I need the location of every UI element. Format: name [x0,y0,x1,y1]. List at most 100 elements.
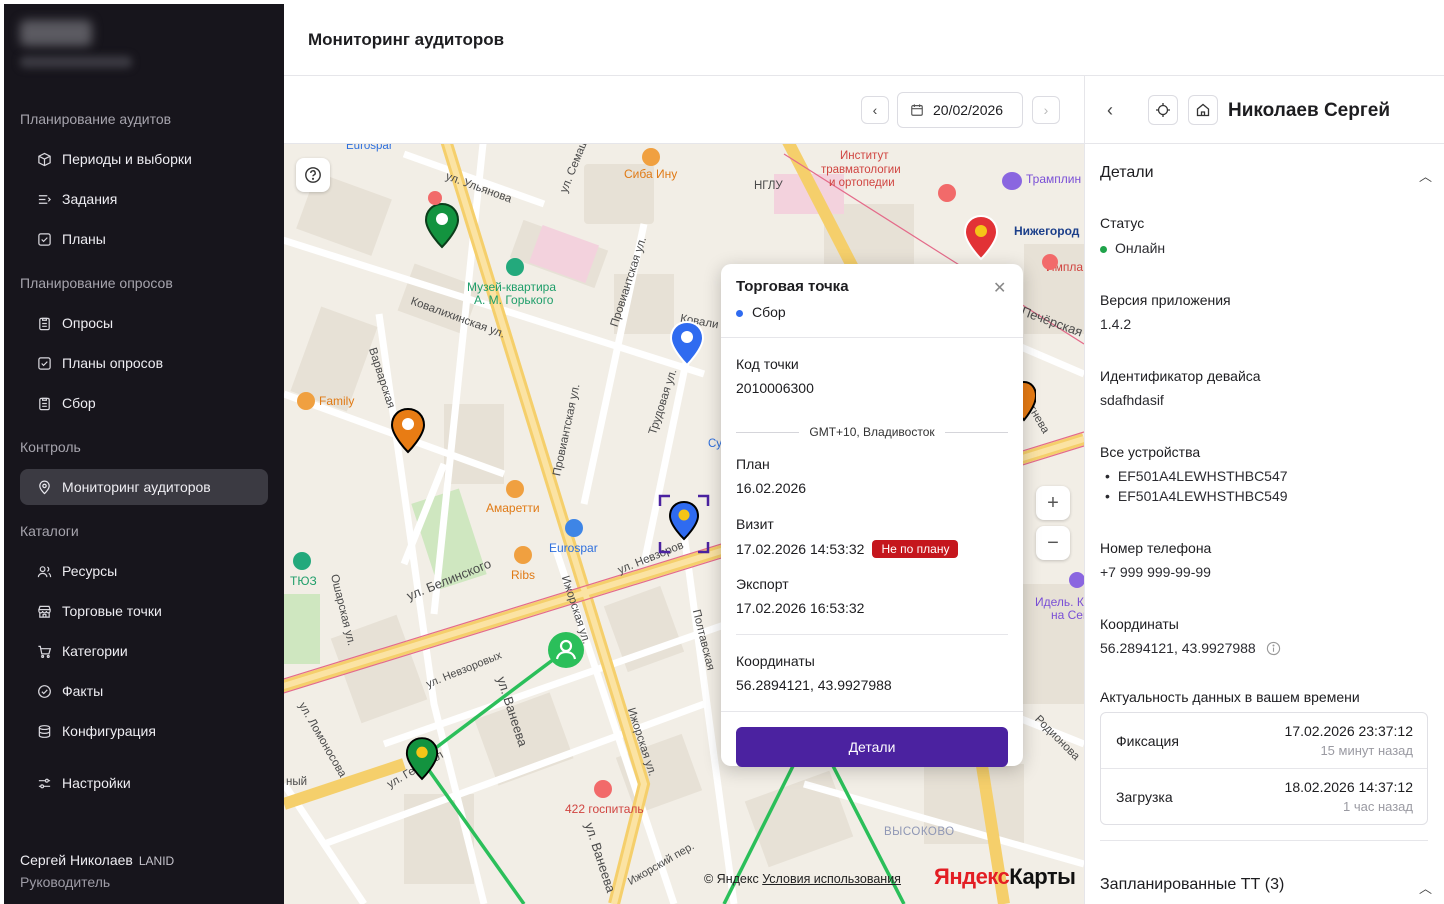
divider [736,634,1008,635]
map-poi: Нижегород [1014,224,1080,238]
hospital-icon [938,184,956,202]
popup-title: Торговая точка [736,278,849,295]
export-value: 17.02.2026 16:53:32 [736,600,865,616]
map-marker-green[interactable] [423,202,461,250]
export-label: Экспорт [736,576,789,592]
sidebar-item-configuration[interactable]: Конфигурация [20,713,268,749]
sidebar-item-facts[interactable]: Факты [20,673,268,709]
calendar-icon [910,103,924,117]
section-control: Контроль [20,439,81,455]
chevron-left-icon: ‹ [872,102,878,118]
chevron-up-icon[interactable]: ︿ [1419,878,1432,897]
close-icon[interactable]: ✕ [993,278,1006,298]
checkbox-icon [36,355,52,371]
planned-stores-title[interactable]: Запланированные ТТ (3) [1100,876,1284,894]
zoom-in-button[interactable]: + [1036,486,1070,520]
dentist-icon [1042,254,1058,270]
device-id-label: Идентификатор девайса [1100,368,1261,384]
details-section-title[interactable]: Детали [1100,164,1154,182]
prev-date-button[interactable]: ‹ [861,96,889,124]
chevron-up-icon[interactable]: ︿ [1419,166,1432,185]
sidebar-item-label: Категории [62,643,128,659]
sidebar-item-label: Сбор [62,395,96,411]
map-poi: Музей-квартира [467,280,556,294]
map-marker-selected[interactable] [658,494,710,554]
checkbox-icon [36,231,52,247]
map[interactable]: Eurospar ул. Ульянова ул. Семаш НГЛУ Сиб… [284,144,1084,904]
map-marker-blue[interactable] [668,320,706,368]
popup-status-text: Сбор [752,304,786,320]
sidebar-item-plans[interactable]: Планы [20,221,268,257]
back-button[interactable]: ‹ [1107,100,1113,121]
map-label: ный [286,776,308,788]
actuality-card: Фиксация 17.02.2026 23:37:12 15 минут на… [1100,712,1428,825]
cafe-icon [506,480,524,498]
terms-link[interactable]: Условия использования [762,872,901,886]
device-id-value: sdafhdasif [1100,392,1164,408]
sidebar-item-settings[interactable]: Настройки [20,765,268,801]
zoom-out-button[interactable]: − [1036,526,1070,560]
sidebar-item-tasks[interactable]: Задания [20,181,268,217]
sidebar-item-survey-plans[interactable]: Планы опросов [20,345,268,381]
sidebar-item-auditor-monitoring[interactable]: Мониторинг аудиторов [20,469,268,505]
sidebar-item-surveys[interactable]: Опросы [20,305,268,341]
hospital-icon [594,780,612,798]
phone-label: Номер телефона [1100,540,1212,556]
sidebar-item-collection[interactable]: Сбор [20,385,268,421]
fixation-date: 17.02.2026 23:37:12 [1284,723,1413,739]
sidebar-item-label: Задания [62,191,118,207]
popup-status: Сбор [736,304,786,320]
map-marker-green-yellow[interactable] [404,736,440,782]
page-header: Мониторинг аудиторов [284,4,1444,76]
map-marker-red[interactable] [962,214,1000,262]
home-icon [1196,103,1210,117]
logo-part-a: Яндекс [934,864,1010,889]
tram-stop-icon [1002,172,1022,190]
map-poi: на Сен [1051,608,1084,622]
map-help-button[interactable] [296,158,330,192]
timezone-text: GMT+10, Владивосток [809,425,935,439]
map-poi: ТЮЗ [290,574,317,588]
coords-text: 56.2894121, 43.9927988 [1100,640,1256,656]
load-ago: 1 час назад [1343,799,1413,814]
cafe-icon [514,546,532,564]
cube-icon [36,151,52,167]
theatre-icon [293,552,311,570]
home-button[interactable] [1188,95,1218,125]
chevron-right-icon: › [1043,102,1049,118]
map-marker-orange[interactable] [389,407,427,455]
user-name[interactable]: Сергей Николаев LANID [20,852,174,868]
sidebar-item-categories[interactable]: Категории [20,633,268,669]
map-label: НГЛУ [754,180,783,192]
sidebar-item-label: Опросы [62,315,114,331]
auditor-name: Николаев Сергей [1228,100,1391,121]
details-button[interactable]: Детали [736,727,1008,767]
actuality-label: Актуальность данных в вашем времени [1100,689,1360,705]
visit-label: Визит [736,516,774,532]
sidebar-item-resources[interactable]: Ресурсы [20,553,268,589]
chevron-left-icon: ‹ [1107,100,1113,120]
sidebar-item-stores[interactable]: Торговые точки [20,593,268,629]
date-picker[interactable]: 20/02/2026 [897,92,1023,128]
sidebar-item-periods[interactable]: Периоды и выборки [20,141,268,177]
panel-header: ‹ Николаев Сергей [1085,76,1444,144]
question-icon [305,167,321,183]
fixation-row: Фиксация 17.02.2026 23:37:12 15 минут на… [1101,713,1427,769]
info-icon[interactable] [1266,641,1281,656]
map-label: травматологии [821,164,901,176]
coords-value: 56.2894121, 43.9927988 [1100,640,1281,656]
location-pin-icon [36,479,52,495]
visit-value: 17.02.2026 14:53:32 Не по плану [736,540,959,558]
auditor-location-icon[interactable] [546,630,586,670]
locate-button[interactable] [1148,95,1178,125]
plan-label: План [736,456,770,472]
sidebar-item-label: Конфигурация [62,723,156,739]
status-value: Онлайн [1100,240,1165,256]
store-popup: Торговая точка ✕ Сбор Код точки 20100063… [721,264,1023,767]
cafe-icon [297,392,315,410]
logo-part-b: Карты [1009,864,1076,889]
next-date-button[interactable]: › [1032,96,1060,124]
logo [20,20,92,46]
section-survey-planning: Планирование опросов [20,275,173,291]
minus-icon: − [1047,531,1059,554]
